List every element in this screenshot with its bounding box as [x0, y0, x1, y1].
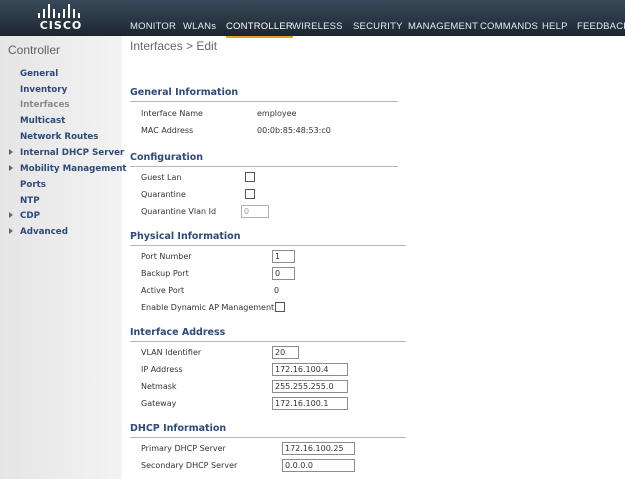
expand-arrow-icon[interactable] [9, 228, 13, 234]
section-divider [130, 101, 398, 102]
sidebar-item-label: Network Routes [20, 132, 99, 142]
sidebar-item-inventory[interactable]: Inventory [20, 85, 67, 95]
nav-wlans[interactable]: WLANs [183, 20, 216, 36]
section-heading-interface-address: Interface Address [130, 327, 226, 338]
mac-address-label: MAC Address [141, 126, 194, 135]
primary-dhcp-input[interactable]: 172.16.100.25 [282, 442, 355, 455]
netmask-label: Netmask [141, 382, 177, 391]
port-number-input[interactable]: 1 [272, 250, 295, 263]
sidebar-item-label: General [20, 69, 59, 79]
nav-commands[interactable]: COMMANDS [480, 20, 538, 36]
gateway-label: Gateway [141, 399, 177, 408]
section-heading-dhcp: DHCP Information [130, 423, 227, 434]
guest-lan-label: Guest Lan [141, 173, 182, 182]
mac-address-value: 00:0b:85:48:53:c0 [257, 126, 331, 135]
cisco-logo-bars-icon [38, 4, 84, 18]
port-number-label: Port Number [141, 252, 192, 261]
active-port-label: Active Port [141, 286, 185, 295]
expand-arrow-icon[interactable] [9, 212, 13, 218]
section-heading-configuration: Configuration [130, 152, 204, 163]
sidebar-item-mobility-management[interactable]: Mobility Management [9, 164, 127, 174]
sidebar-item-advanced[interactable]: Advanced [9, 227, 68, 237]
ip-address-input[interactable]: 172.16.100.4 [272, 363, 348, 376]
nav-wireless[interactable]: WIRELESS [292, 20, 343, 36]
sidebar-item-label: Multicast [20, 116, 66, 126]
active-port-value: 0 [274, 286, 280, 295]
sidebar-item-label: Interfaces [20, 100, 70, 110]
expand-arrow-icon[interactable] [9, 149, 13, 155]
gateway-input[interactable]: 172.16.100.1 [272, 397, 348, 410]
expand-arrow-icon[interactable] [9, 165, 13, 171]
sidebar-item-network-routes[interactable]: Network Routes [20, 132, 98, 142]
cisco-logo-text: CISCO [39, 19, 83, 32]
sidebar-item-ports[interactable]: Ports [20, 180, 46, 190]
dynamic-ap-checkbox[interactable] [275, 302, 285, 312]
interface-name-label: Interface Name [141, 109, 203, 118]
netmask-input[interactable]: 255.255.255.0 [272, 380, 348, 393]
quarantine-label: Quarantine [141, 190, 186, 199]
primary-dhcp-label: Primary DHCP Server [141, 444, 226, 453]
sidebar-item-label: Inventory [20, 85, 68, 95]
sidebar-item-internal-dhcp-server[interactable]: Internal DHCP Server [9, 148, 125, 158]
sidebar-item-interfaces[interactable]: Interfaces [20, 100, 70, 110]
sidebar-item-label: NTP [20, 196, 40, 206]
nav-security[interactable]: SECURITY [353, 20, 403, 36]
backup-port-label: Backup Port [141, 269, 189, 278]
quarantine-vlan-input[interactable]: 0 [241, 205, 269, 218]
sidebar-item-ntp[interactable]: NTP [20, 196, 40, 206]
vlan-identifier-label: VLAN Identifier [141, 348, 202, 357]
secondary-dhcp-label: Secondary DHCP Server [141, 461, 238, 470]
dynamic-ap-label: Enable Dynamic AP Management [141, 303, 275, 312]
sidebar-item-label: Mobility Management [20, 164, 127, 174]
top-bar: CISCO MONITOR WLANs CONTROLLER WIRELESS … [0, 0, 625, 38]
page-title: Interfaces > Edit [130, 39, 218, 53]
quarantine-vlan-label: Quarantine Vlan Id [141, 207, 217, 216]
section-heading-general: General Information [130, 87, 239, 98]
vlan-identifier-input[interactable]: 20 [272, 346, 299, 359]
ip-address-label: IP Address [141, 365, 183, 374]
interface-name-value: employee [257, 109, 297, 118]
guest-lan-checkbox[interactable] [245, 172, 255, 182]
nav-feedback[interactable]: FEEDBACK [577, 20, 625, 36]
section-divider [130, 341, 406, 342]
section-divider [130, 245, 406, 246]
nav-monitor[interactable]: MONITOR [130, 20, 176, 36]
backup-port-input[interactable]: 0 [272, 267, 295, 280]
secondary-dhcp-input[interactable]: 0.0.0.0 [282, 459, 355, 472]
sidebar-item-general[interactable]: General [20, 69, 58, 79]
sidebar-item-label: CDP [20, 211, 40, 221]
sidebar: Controller General Inventory Interfaces … [0, 36, 127, 479]
nav-management[interactable]: MANAGEMENT [408, 20, 478, 36]
sidebar-item-label: Advanced [20, 227, 68, 237]
sidebar-title: Controller [8, 43, 61, 57]
section-divider [130, 166, 398, 167]
section-heading-physical: Physical Information [130, 231, 241, 242]
sidebar-item-label: Ports [20, 180, 46, 190]
sidebar-item-multicast[interactable]: Multicast [20, 116, 65, 126]
cisco-logo: CISCO [36, 4, 86, 32]
nav-controller[interactable]: CONTROLLER [226, 20, 293, 38]
quarantine-checkbox[interactable] [245, 189, 255, 199]
sidebar-item-cdp[interactable]: CDP [9, 211, 40, 221]
sidebar-item-label: Internal DHCP Server [20, 148, 125, 158]
nav-help[interactable]: HELP [542, 20, 568, 36]
section-divider [130, 437, 406, 438]
